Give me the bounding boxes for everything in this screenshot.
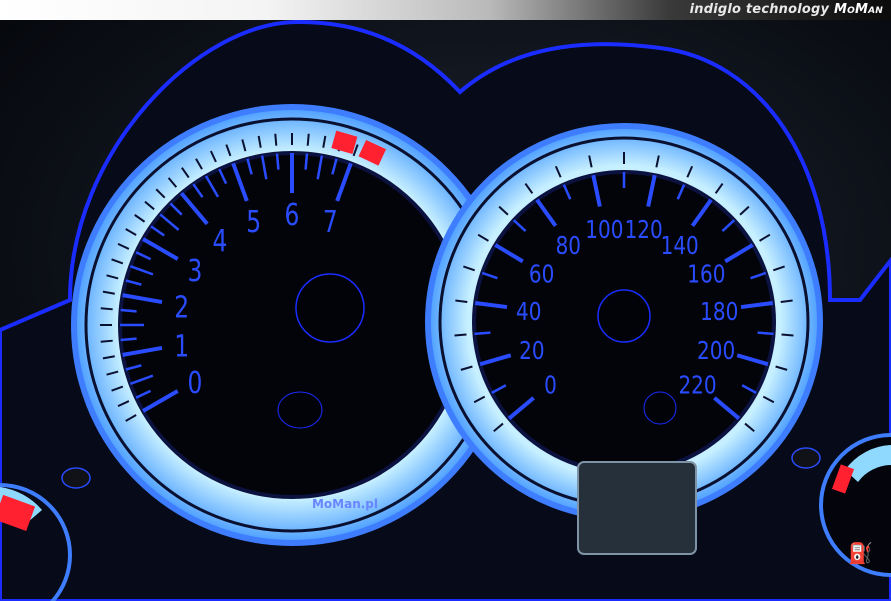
speedometer-label: 20 <box>519 337 544 366</box>
brand-banner: indiglo technology MoMan <box>690 2 883 17</box>
instrument-cluster-photo: 012345 6 7 MoMan.pl 020406080100 1201401601… <box>0 20 891 601</box>
fuel-pump-icon: ⛽ <box>848 541 873 565</box>
speedometer-needle-hub <box>597 289 651 343</box>
tachometer-label: 7 <box>323 205 338 240</box>
brand-name: MoMan <box>833 2 883 17</box>
odometer-window <box>577 461 697 555</box>
tachometer-minor-tick <box>120 337 137 342</box>
tachometer-label: 0 <box>188 366 203 401</box>
speedometer-label: 80 <box>556 232 581 261</box>
speedometer-label: 60 <box>529 261 554 290</box>
tachometer-minor-tick <box>120 308 137 313</box>
tachometer-ring-tick <box>306 133 310 146</box>
speedometer-label: 180 <box>700 298 738 327</box>
tachometer-label: 1 <box>174 330 189 365</box>
header-bar: indiglo technology MoMan <box>0 0 891 21</box>
tachometer-ring-tick <box>100 307 113 311</box>
tachometer-indicator-hole <box>277 391 323 429</box>
tachometer-label: 2 <box>174 291 189 326</box>
tachometer-needle-hub <box>295 273 365 343</box>
speedometer-label: 0 <box>544 372 557 401</box>
speedometer-label: 140 <box>661 232 699 261</box>
speedometer-ring-tick <box>781 333 794 337</box>
speedometer-label: 120 <box>625 216 663 245</box>
speedometer-ring-tick <box>454 333 467 337</box>
tachometer-ring-tick <box>274 133 278 146</box>
speedometer-minor-tick <box>474 331 491 336</box>
tachometer-label: 5 <box>246 205 261 240</box>
speedometer-label: 40 <box>516 298 541 327</box>
speedometer-minor-tick <box>757 331 774 336</box>
tachometer-minor-tick <box>304 153 309 170</box>
tachometer-label: 3 <box>188 254 203 289</box>
tachometer-label: 4 <box>213 224 228 259</box>
brand-tagline: indiglo technology <box>689 2 830 17</box>
speedometer-label: 100 <box>585 216 623 245</box>
tachometer-minor-tick <box>275 153 280 170</box>
speedometer-indicator-hole <box>643 391 677 425</box>
speedometer-label: 200 <box>697 337 735 366</box>
speedometer-label: 160 <box>687 261 725 290</box>
moman-logo: MoMan.pl <box>312 497 378 511</box>
tachometer-label: 6 <box>285 198 300 233</box>
speedometer-label: 220 <box>678 372 716 401</box>
tachometer-ring-tick <box>100 339 113 343</box>
